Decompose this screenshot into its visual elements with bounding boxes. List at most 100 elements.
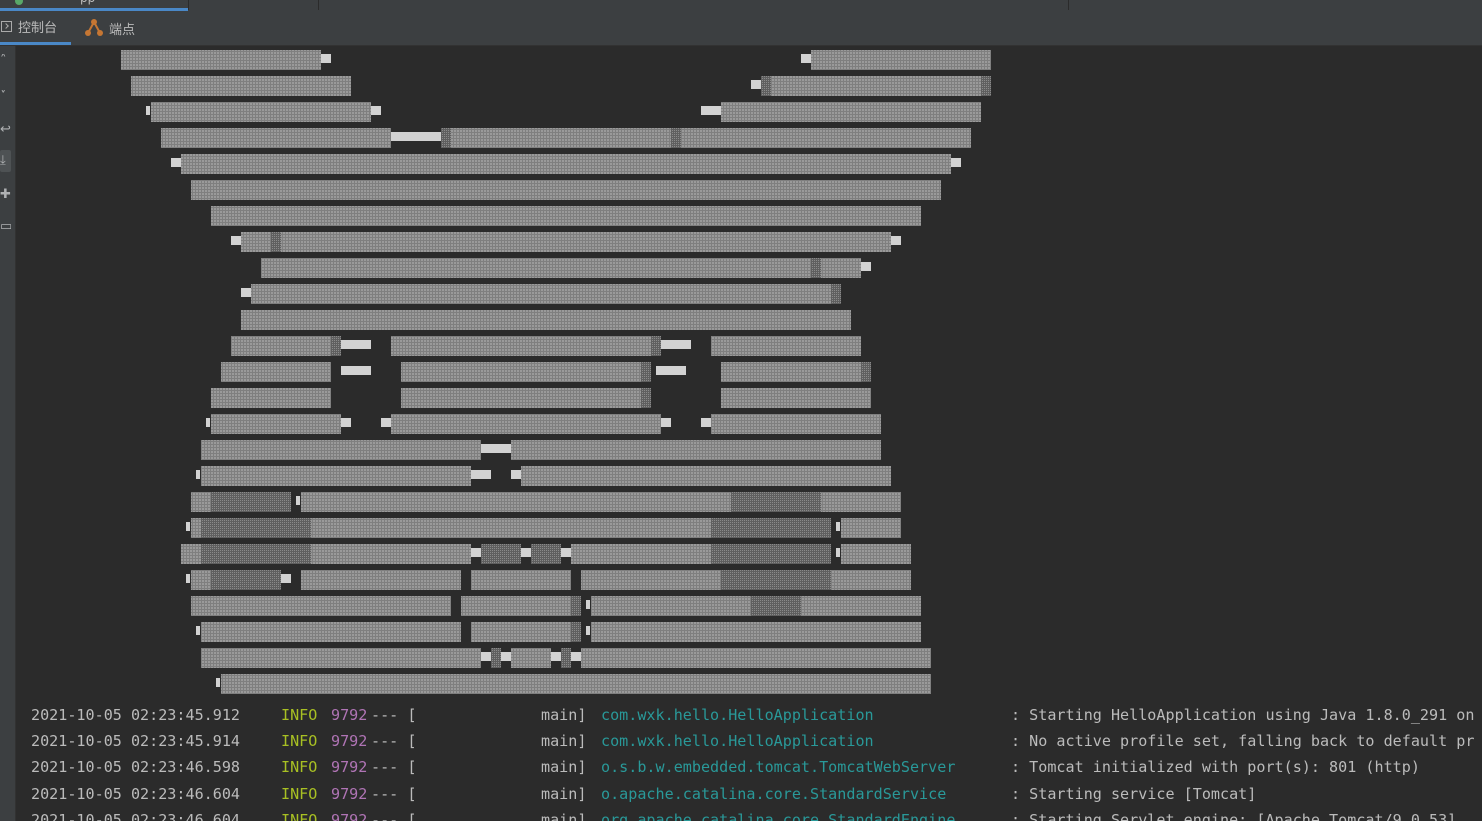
banner-block (461, 596, 571, 616)
banner-block (471, 570, 571, 590)
tab-endpoints-label: 端点 (109, 22, 136, 38)
banner-block (471, 622, 571, 642)
print-icon[interactable]: ▭ (0, 220, 11, 234)
banner-block (241, 310, 851, 330)
arrow-up-icon[interactable]: ˄ (0, 54, 11, 68)
banner-block (471, 470, 491, 479)
banner-block (216, 678, 220, 687)
banner-block (391, 414, 661, 434)
banner-block (211, 414, 341, 434)
banner-block (121, 50, 321, 70)
banner-block (491, 648, 501, 668)
log-pid: 9792 (331, 758, 368, 776)
run-tab-2[interactable] (188, 0, 319, 10)
log-level: INFO (281, 785, 318, 803)
banner-rows (121, 50, 991, 694)
banner-block (821, 492, 901, 512)
banner-block (591, 596, 751, 616)
banner-block (341, 366, 371, 375)
soft-wrap-icon[interactable]: ↩ (0, 123, 11, 137)
banner-block (131, 76, 351, 96)
log-line: 2021-10-05 02:23:46.598 INFO 9792 --- [ … (16, 754, 1420, 780)
banner-block (711, 414, 881, 434)
banner-block (586, 600, 590, 609)
log-logger-link[interactable]: com.wxk.hello.HelloApplication (601, 702, 874, 728)
log-message: : Starting service [Tomcat] (1011, 785, 1257, 803)
banner-block (501, 652, 511, 661)
log-pid: 9792 (331, 706, 368, 724)
banner-block (371, 106, 381, 115)
tab-endpoints[interactable]: 端点 (84, 11, 144, 45)
banner-block (201, 544, 311, 564)
banner-block (201, 466, 471, 486)
banner-block (831, 570, 911, 590)
log-separator: --- [ (371, 785, 417, 803)
banner-block (281, 574, 291, 583)
banner-block (191, 570, 211, 590)
banner-block (521, 548, 531, 557)
banner-block (481, 544, 521, 564)
banner-block (771, 76, 991, 96)
banner-block (731, 492, 821, 512)
log-message: : Starting Servlet engine: [Apache Tomca… (1011, 811, 1457, 821)
banner-block (196, 626, 200, 635)
log-thread: main] (541, 706, 587, 724)
run-tab-3[interactable] (318, 0, 1069, 10)
banner-block (711, 518, 831, 538)
log-line: 2021-10-05 02:23:46.604 INFO 9792 --- [ … (16, 807, 1456, 821)
banner-block (391, 336, 651, 356)
scroll-to-end-icon[interactable]: ⤓ (0, 150, 11, 172)
banner-block (651, 336, 661, 356)
banner-block (311, 518, 711, 538)
arrow-down-icon[interactable]: ˅ (0, 90, 11, 104)
console-icon (1, 21, 12, 32)
endpoints-icon (85, 19, 103, 36)
banner-block (301, 492, 731, 512)
log-pid: 9792 (331, 732, 368, 750)
log-logger-link[interactable]: o.apache.catalina.core.StandardService (601, 781, 946, 807)
banner-block (761, 76, 771, 96)
log-separator: --- [ (371, 758, 417, 776)
banner-block (511, 648, 551, 668)
banner-block (721, 388, 871, 408)
run-tab-label: pp (80, 0, 95, 5)
banner-block (191, 180, 941, 200)
banner-block (151, 102, 371, 122)
banner-block (721, 362, 861, 382)
banner-block (861, 362, 871, 382)
pin-icon[interactable]: ✚ (0, 188, 11, 202)
banner-block (381, 418, 391, 427)
banner-block (321, 54, 331, 63)
log-logger-link[interactable]: org.apache.catalina.core.StandardEngine (601, 807, 955, 821)
tab-console[interactable]: 控制台 (0, 11, 71, 45)
log-message: : No active profile set, falling back to… (1011, 732, 1475, 750)
banner-block (641, 388, 651, 408)
banner-block (891, 236, 901, 245)
tab-console-label: 控制台 (18, 21, 58, 36)
log-pid: 9792 (331, 785, 368, 803)
log-level: INFO (281, 706, 318, 724)
banner-block (171, 158, 181, 167)
banner-block (841, 544, 911, 564)
log-message: : Starting HelloApplication using Java 1… (1011, 706, 1475, 724)
log-separator: --- [ (371, 706, 417, 724)
banner-block (391, 132, 441, 141)
banner-block (451, 128, 671, 148)
banner-block (641, 362, 651, 382)
banner-block (471, 548, 481, 557)
banner-block (571, 596, 581, 616)
log-separator: --- [ (371, 732, 417, 750)
banner-block (801, 54, 811, 63)
banner-block (701, 106, 721, 115)
console-left-toolbar: ˄ ˅ ↩ ⤓ ✚ ▭ (0, 46, 16, 821)
banner-block (751, 80, 761, 89)
banner-block (296, 496, 300, 505)
log-logger-link[interactable]: com.wxk.hello.HelloApplication (601, 728, 874, 754)
log-logger-link[interactable]: o.s.b.w.embedded.tomcat.TomcatWebServer (601, 754, 955, 780)
log-timestamp: 2021-10-05 02:23:45.914 (31, 732, 241, 750)
log-level: INFO (281, 732, 318, 750)
log-level: INFO (281, 811, 318, 821)
banner-block (511, 440, 881, 460)
log-timestamp: 2021-10-05 02:23:46.604 (31, 785, 241, 803)
banner-block (661, 340, 691, 349)
